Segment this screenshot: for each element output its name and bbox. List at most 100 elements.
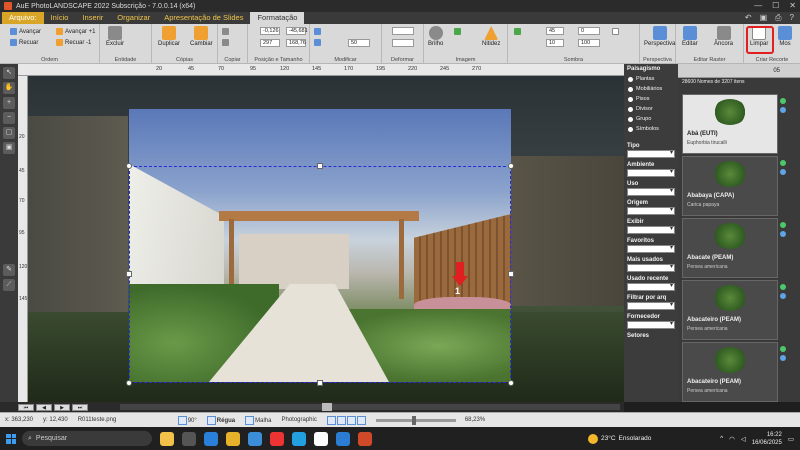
view-mode-1-icon[interactable]: [326, 415, 336, 425]
filter-plantas[interactable]: Plantas: [624, 74, 678, 84]
filter-uso-select[interactable]: [627, 187, 675, 196]
add-icon[interactable]: [780, 160, 786, 166]
regua-toggle[interactable]: Régua: [202, 415, 240, 425]
file-explorer-icon[interactable]: [226, 431, 240, 446]
library-sort-select[interactable]: 05: [773, 68, 780, 74]
taskbar-search[interactable]: ⌕ Pesquisar: [22, 431, 152, 446]
tab-inicio[interactable]: Início: [44, 12, 76, 24]
next-page-button[interactable]: ▶: [54, 403, 70, 411]
pointer-icon[interactable]: ↖: [3, 67, 15, 79]
horizontal-scrollbar[interactable]: [120, 404, 620, 410]
view-mode-2-icon[interactable]: [336, 415, 346, 425]
resize-handle-l[interactable]: [126, 271, 132, 277]
task-view-icon[interactable]: [182, 431, 196, 446]
flip-v-button[interactable]: [314, 39, 321, 46]
deform-bottom-field[interactable]: [392, 39, 414, 47]
tab-formatacao[interactable]: Formatação: [250, 12, 305, 24]
filter-ambiente-select[interactable]: [627, 168, 675, 177]
view-mode-4-icon[interactable]: [356, 415, 366, 425]
resize-handle-br[interactable]: [508, 380, 514, 386]
filter-mais-usados-select[interactable]: [627, 263, 675, 272]
pos-y-field[interactable]: -45,681: [286, 27, 308, 35]
avancar-1-button[interactable]: Avançar +1: [56, 28, 95, 35]
avancar-button[interactable]: Avançar: [10, 28, 41, 35]
brilho-button[interactable]: Brilho: [428, 26, 443, 47]
youtube-icon[interactable]: [270, 431, 284, 446]
recuar-1-button[interactable]: Recuar -1: [56, 39, 91, 46]
flip-h-button[interactable]: [314, 28, 321, 35]
recuar-button[interactable]: Recuar: [10, 39, 38, 46]
clock[interactable]: 16:22 16/06/2025: [752, 431, 782, 447]
modificar-value-field[interactable]: 50: [348, 39, 370, 47]
paste-format-button[interactable]: [222, 39, 229, 46]
zoom-fit-icon[interactable]: ▢: [3, 127, 15, 139]
resize-handle-tl[interactable]: [126, 163, 132, 169]
print-icon[interactable]: ⎙: [775, 12, 781, 24]
library-item[interactable]: Abá (EUTI) Euphorbia tirucalli: [682, 94, 778, 154]
shadow-dist-field[interactable]: 10: [546, 39, 564, 47]
filter-fornecedor-select[interactable]: [627, 320, 675, 329]
copy-format-button[interactable]: [222, 28, 229, 35]
maximize-icon[interactable]: ☐: [772, 0, 779, 12]
view-mode-3-icon[interactable]: [346, 415, 356, 425]
library-item[interactable]: Abacateiro (PEAM) Persea americana: [682, 342, 778, 402]
excluir-button[interactable]: Excluir: [106, 26, 124, 47]
color-adjust-button[interactable]: [454, 28, 461, 35]
wifi-icon[interactable]: ◠: [729, 435, 735, 443]
height-field[interactable]: 168,76: [286, 39, 306, 47]
filter-usado-recente-select[interactable]: [627, 282, 675, 291]
filter-tipo-select[interactable]: [627, 149, 675, 158]
tab-arquivo[interactable]: Arquivo:: [2, 12, 44, 24]
last-page-button[interactable]: ⏭: [72, 403, 88, 411]
copilot-icon[interactable]: [160, 431, 174, 446]
resize-handle-t[interactable]: [317, 163, 323, 169]
mostrar-button[interactable]: Mos: [778, 26, 792, 47]
info-icon[interactable]: [780, 231, 786, 237]
add-icon[interactable]: [780, 346, 786, 352]
shadow-angle-field[interactable]: 45: [546, 27, 564, 35]
info-icon[interactable]: [780, 169, 786, 175]
ancora-button[interactable]: Âncora: [714, 26, 733, 47]
filter-grupo[interactable]: Grupo: [624, 114, 678, 124]
zoom-slider[interactable]: [375, 415, 456, 425]
back-icon[interactable]: ↶: [745, 12, 752, 24]
library-item[interactable]: Abacateiro (PEAM) Persea americana: [682, 280, 778, 340]
scrollbar-thumb[interactable]: [322, 403, 332, 411]
malha-toggle[interactable]: Malha: [240, 415, 276, 425]
tab-apresentacao[interactable]: Apresentação de Slides: [157, 12, 250, 24]
telegram-icon[interactable]: [292, 431, 306, 446]
shadow-color-button[interactable]: [612, 28, 619, 35]
cambiar-button[interactable]: Cambiar: [190, 26, 213, 47]
tray-chevron-icon[interactable]: ^: [720, 435, 723, 442]
edge-icon[interactable]: [204, 431, 218, 446]
perspectiva-button[interactable]: Perspectiva: [644, 26, 675, 47]
pan-hand-icon[interactable]: ✋: [3, 82, 15, 94]
info-icon[interactable]: [780, 355, 786, 361]
minimize-icon[interactable]: —: [754, 0, 762, 12]
shadow-opacity-field[interactable]: 100: [578, 39, 600, 47]
pos-x-field[interactable]: -0,126: [260, 27, 280, 35]
filter-mobiliarios[interactable]: Mobiliários: [624, 84, 678, 94]
filter-origem-select[interactable]: [627, 206, 675, 215]
image-tool-icon[interactable]: ▣: [3, 142, 15, 154]
duplicar-button[interactable]: Duplicar: [158, 26, 180, 47]
store-icon[interactable]: [248, 431, 262, 446]
resize-handle-b[interactable]: [317, 380, 323, 386]
resize-handle-bl[interactable]: [126, 380, 132, 386]
prev-page-button[interactable]: ◀: [36, 403, 52, 411]
notification-icon[interactable]: ▭: [788, 435, 794, 443]
first-page-button[interactable]: ⏮: [18, 403, 34, 411]
add-icon[interactable]: [780, 284, 786, 290]
help-icon[interactable]: ?: [790, 12, 794, 24]
tab-organizar[interactable]: Organizar: [110, 12, 157, 24]
volume-icon[interactable]: ◁: [741, 435, 746, 443]
deform-top-field[interactable]: [392, 27, 414, 35]
measure-icon[interactable]: ⟋: [3, 279, 15, 291]
filter-pisos[interactable]: Pisos: [624, 94, 678, 104]
photolandscape-icon[interactable]: [358, 431, 372, 446]
add-icon[interactable]: [780, 222, 786, 228]
filter-simbolos[interactable]: Símbolos: [624, 124, 678, 134]
close-icon[interactable]: ✕: [789, 0, 796, 12]
library-item[interactable]: Abacate (PEAM) Persea americana: [682, 218, 778, 278]
render-mode[interactable]: Photographic: [276, 417, 321, 423]
